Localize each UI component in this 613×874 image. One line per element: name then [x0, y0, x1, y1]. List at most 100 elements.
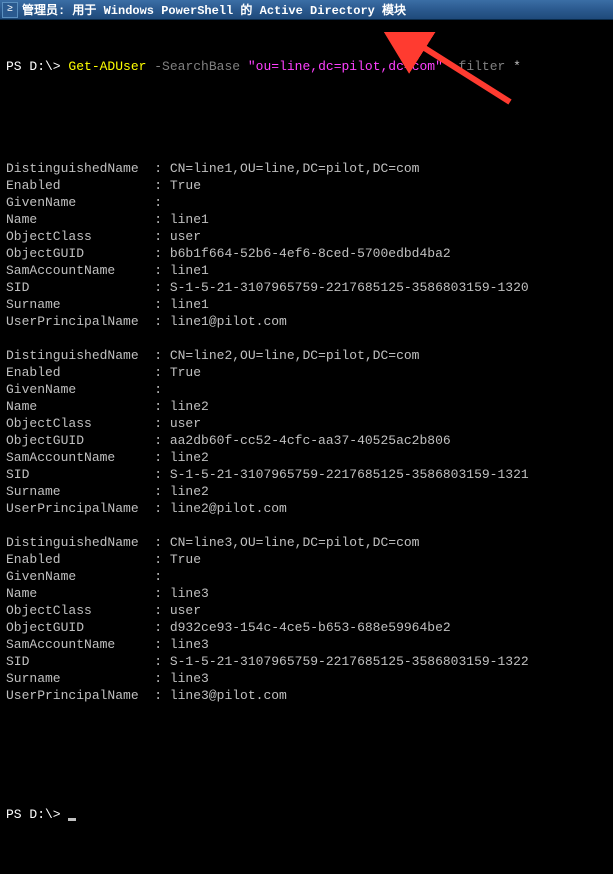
field-label: ObjectClass :	[6, 229, 162, 244]
user-record: DistinguishedName : CN=line2,OU=line,DC=…	[6, 347, 607, 517]
field-row: UserPrincipalName : line1@pilot.com	[6, 313, 607, 330]
field-value: line3	[162, 586, 209, 601]
output-records: DistinguishedName : CN=line1,OU=line,DC=…	[6, 160, 607, 704]
field-value: True	[162, 552, 201, 567]
field-row: ObjectClass : user	[6, 228, 607, 245]
cmdlet-name: Get-ADUser	[68, 59, 154, 74]
field-label: Name :	[6, 212, 162, 227]
field-label: UserPrincipalName :	[6, 314, 162, 329]
field-row: SID : S-1-5-21-3107965759-2217685125-358…	[6, 466, 607, 483]
cursor	[68, 818, 76, 821]
field-label: DistinguishedName :	[6, 161, 162, 176]
field-value: S-1-5-21-3107965759-2217685125-358680315…	[162, 654, 529, 669]
field-label: GivenName :	[6, 382, 162, 397]
field-row: GivenName :	[6, 568, 607, 585]
field-row: Enabled : True	[6, 551, 607, 568]
command-line: PS D:\> Get-ADUser -SearchBase "ou=line,…	[6, 58, 607, 75]
terminal-area[interactable]: PS D:\> Get-ADUser -SearchBase "ou=line,…	[0, 20, 613, 659]
field-row: DistinguishedName : CN=line1,OU=line,DC=…	[6, 160, 607, 177]
field-value: line1	[162, 212, 209, 227]
field-row: Name : line1	[6, 211, 607, 228]
powershell-icon: ≥	[2, 2, 18, 18]
field-row: SamAccountName : line2	[6, 449, 607, 466]
field-label: ObjectGUID :	[6, 620, 162, 635]
field-label: GivenName :	[6, 569, 162, 584]
field-label: SID :	[6, 654, 162, 669]
field-row: Enabled : True	[6, 364, 607, 381]
window-title: 管理员: 用于 Windows PowerShell 的 Active Dire…	[22, 1, 406, 18]
field-value: CN=line3,OU=line,DC=pilot,DC=com	[162, 535, 419, 550]
field-label: Surname :	[6, 671, 162, 686]
field-label: SamAccountName :	[6, 263, 162, 278]
field-label: Surname :	[6, 484, 162, 499]
field-label: SamAccountName :	[6, 637, 162, 652]
field-row: Surname : line3	[6, 670, 607, 687]
field-label: GivenName :	[6, 195, 162, 210]
field-label: ObjectClass :	[6, 603, 162, 618]
field-row: SID : S-1-5-21-3107965759-2217685125-358…	[6, 653, 607, 670]
field-label: Enabled :	[6, 365, 162, 380]
arg-searchbase: "ou=line,dc=pilot,dc=com"	[248, 59, 451, 74]
field-row: Enabled : True	[6, 177, 607, 194]
field-value: line2	[162, 399, 209, 414]
field-label: DistinguishedName :	[6, 348, 162, 363]
field-value: line2@pilot.com	[162, 501, 287, 516]
field-label: ObjectGUID :	[6, 246, 162, 261]
field-row: GivenName :	[6, 381, 607, 398]
field-value: b6b1f664-52b6-4ef6-8ced-5700edbd4ba2	[162, 246, 451, 261]
field-value: line2	[162, 484, 209, 499]
field-value: CN=line2,OU=line,DC=pilot,DC=com	[162, 348, 419, 363]
field-value: aa2db60f-cc52-4cfc-aa37-40525ac2b806	[162, 433, 451, 448]
field-row: ObjectGUID : b6b1f664-52b6-4ef6-8ced-570…	[6, 245, 607, 262]
param-filter: -filter	[451, 59, 513, 74]
field-row: ObjectGUID : d932ce93-154c-4ce5-b653-688…	[6, 619, 607, 636]
field-label: UserPrincipalName :	[6, 688, 162, 703]
field-value: line3@pilot.com	[162, 688, 287, 703]
field-label: Enabled :	[6, 552, 162, 567]
arg-filter: *	[513, 59, 521, 74]
field-row: UserPrincipalName : line3@pilot.com	[6, 687, 607, 704]
field-row: Surname : line2	[6, 483, 607, 500]
field-value: S-1-5-21-3107965759-2217685125-358680315…	[162, 467, 529, 482]
field-row: DistinguishedName : CN=line3,OU=line,DC=…	[6, 534, 607, 551]
prompt-ready: PS D:\>	[6, 806, 607, 823]
annotation-arrow-icon	[380, 32, 530, 122]
prompt-path: PS D:\>	[6, 59, 68, 74]
field-label: ObjectGUID :	[6, 433, 162, 448]
field-row: DistinguishedName : CN=line2,OU=line,DC=…	[6, 347, 607, 364]
field-value: line3	[162, 637, 209, 652]
field-value: line2	[162, 450, 209, 465]
param-searchbase: -SearchBase	[154, 59, 248, 74]
field-value: user	[162, 229, 201, 244]
field-value: line1	[162, 263, 209, 278]
field-row: ObjectClass : user	[6, 415, 607, 432]
field-label: SID :	[6, 467, 162, 482]
field-label: Surname :	[6, 297, 162, 312]
field-label: ObjectClass :	[6, 416, 162, 431]
field-label: SID :	[6, 280, 162, 295]
field-label: Name :	[6, 399, 162, 414]
field-row: GivenName :	[6, 194, 607, 211]
user-record: DistinguishedName : CN=line1,OU=line,DC=…	[6, 160, 607, 330]
field-row: ObjectGUID : aa2db60f-cc52-4cfc-aa37-405…	[6, 432, 607, 449]
field-row: SamAccountName : line3	[6, 636, 607, 653]
field-row: Surname : line1	[6, 296, 607, 313]
field-label: Name :	[6, 586, 162, 601]
field-row: Name : line3	[6, 585, 607, 602]
field-value: line1	[162, 297, 209, 312]
field-value: line1@pilot.com	[162, 314, 287, 329]
field-label: Enabled :	[6, 178, 162, 193]
field-value: line3	[162, 671, 209, 686]
field-label: DistinguishedName :	[6, 535, 162, 550]
field-value: S-1-5-21-3107965759-2217685125-358680315…	[162, 280, 529, 295]
field-value: True	[162, 365, 201, 380]
field-value: CN=line1,OU=line,DC=pilot,DC=com	[162, 161, 419, 176]
window-titlebar[interactable]: ≥ 管理员: 用于 Windows PowerShell 的 Active Di…	[0, 0, 613, 20]
field-label: SamAccountName :	[6, 450, 162, 465]
field-row: SID : S-1-5-21-3107965759-2217685125-358…	[6, 279, 607, 296]
field-value: d932ce93-154c-4ce5-b653-688e59964be2	[162, 620, 451, 635]
field-row: UserPrincipalName : line2@pilot.com	[6, 500, 607, 517]
field-row: ObjectClass : user	[6, 602, 607, 619]
prompt-path-end: PS D:\>	[6, 807, 68, 822]
field-label: UserPrincipalName :	[6, 501, 162, 516]
